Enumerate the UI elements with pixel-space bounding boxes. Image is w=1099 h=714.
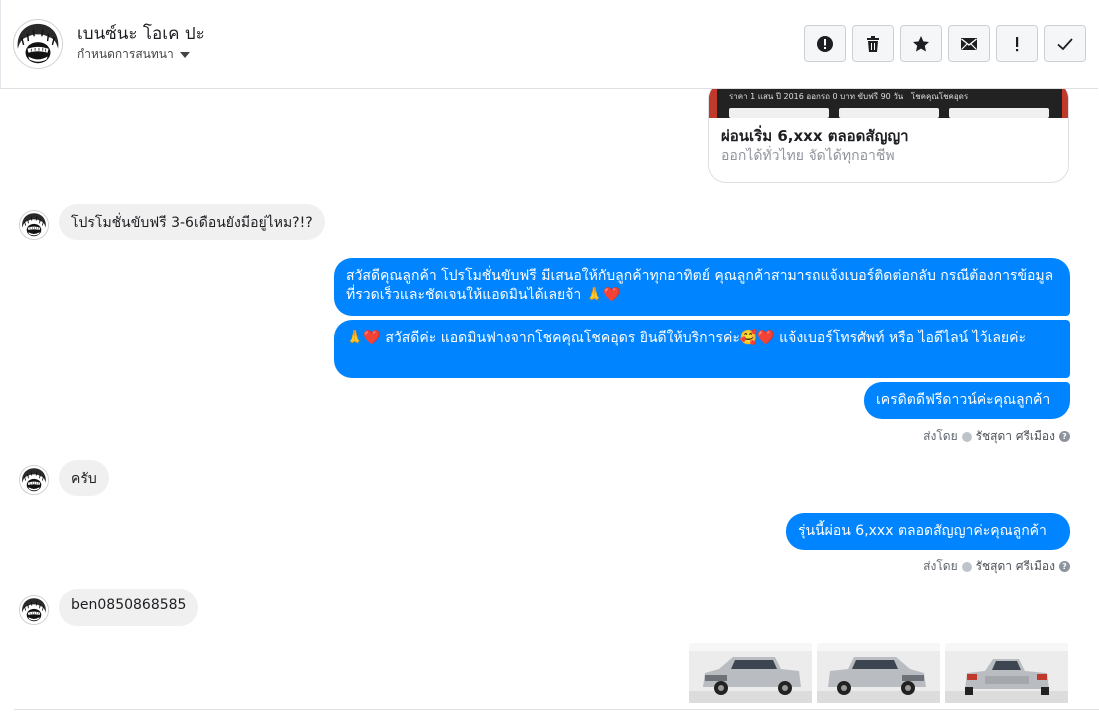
pickup-front-photo[interactable]	[689, 643, 812, 703]
trash-icon	[867, 35, 879, 52]
star-icon	[913, 35, 929, 51]
important-button[interactable]	[996, 25, 1038, 62]
sent-by-prefix: ส่งโดย	[923, 429, 958, 443]
pickup-rear-photo[interactable]	[945, 643, 1068, 703]
check-icon	[1057, 37, 1073, 50]
sender-avatar[interactable]	[19, 595, 49, 625]
link-preview-image: ราคา 1 แสน ปี 2016 ออกรถ 0 บาท ขับฟรี 90…	[709, 89, 1068, 118]
unread-button[interactable]	[948, 25, 990, 62]
image-panel	[839, 108, 939, 118]
incoming-message[interactable]: ben0850868585	[59, 589, 199, 626]
outgoing-message[interactable]: 🙏❤️ สวัสดีค่ะ แอดมินฟางจากโชคคุณโชคอุดร …	[334, 320, 1070, 378]
outgoing-message[interactable]: รุ่นนี้ผ่อน 6,xxx ตลอดสัญญาค่ะคุณลูกค้า	[786, 513, 1070, 550]
alert-button[interactable]	[804, 25, 846, 62]
header-actions	[804, 25, 1086, 62]
sent-by-label: ส่งโดย รัชสุดา ศรีเมือง ?	[923, 557, 1070, 576]
page-icon	[961, 431, 972, 442]
star-button[interactable]	[900, 25, 942, 62]
delete-button[interactable]	[852, 25, 894, 62]
image-panel	[729, 108, 829, 118]
caret-down-icon	[179, 52, 190, 58]
image-caption: ราคา 1 แสน ปี 2016 ออกรถ 0 บาท ขับฟรี 90…	[729, 92, 969, 101]
done-button[interactable]	[1044, 25, 1086, 62]
envelope-icon	[961, 37, 977, 50]
sender-name-link[interactable]: รัชสุดา ศรีเมือง	[976, 557, 1055, 576]
schedule-dropdown[interactable]: กำหนดการสนทนา	[77, 45, 190, 64]
incoming-message[interactable]: โปรโมชั่นขับฟรี 3-6เดือนยังมีอยู่ไหม?!?	[59, 204, 325, 240]
sent-by-prefix: ส่งโดย	[923, 559, 958, 573]
page-icon	[961, 561, 972, 572]
conversation-header: เบนซ์นะ โอเค ปะ กำหนดการสนทนา	[0, 0, 1098, 89]
contact-avatar[interactable]	[13, 19, 63, 69]
sender-avatar[interactable]	[19, 465, 49, 495]
outgoing-message[interactable]: สวัสดีคุณลูกค้า โปรโมชั่นขับฟรี มีเสนอให…	[334, 258, 1070, 316]
outgoing-message[interactable]: เครดิตดีฟรีดาวน์ค่ะคุณลูกค้า	[864, 382, 1070, 419]
help-icon[interactable]: ?	[1059, 561, 1070, 572]
composer-divider	[14, 709, 1099, 710]
image-frame-left	[709, 89, 717, 118]
photo-attachments	[689, 643, 1068, 703]
link-preview-subtitle: ออกได้ทั่วไทย จัดได้ทุกอาชีพ	[721, 148, 895, 164]
pickup-front-right-photo[interactable]	[817, 643, 940, 703]
image-panel	[949, 108, 1049, 118]
sender-name-link[interactable]: รัชสุดา ศรีเมือง	[976, 427, 1055, 446]
link-preview-card[interactable]: ราคา 1 แสน ปี 2016 ออกรถ 0 บาท ขับฟรี 90…	[708, 89, 1069, 183]
help-icon[interactable]: ?	[1059, 431, 1070, 442]
schedule-label: กำหนดการสนทนา	[77, 47, 174, 61]
sent-by-label: ส่งโดย รัชสุดา ศรีเมือง ?	[923, 427, 1070, 446]
exclamation-icon	[1016, 36, 1019, 51]
incoming-message[interactable]: ครับ	[59, 460, 109, 496]
sender-avatar[interactable]	[19, 210, 49, 240]
alert-circle-icon	[817, 35, 833, 52]
contact-name[interactable]: เบนซ์นะ โอเค ปะ	[77, 20, 205, 47]
message-thread[interactable]: ราคา 1 แสน ปี 2016 ออกรถ 0 บาท ขับฟรี 90…	[0, 89, 1099, 714]
image-frame-right	[1062, 89, 1068, 118]
